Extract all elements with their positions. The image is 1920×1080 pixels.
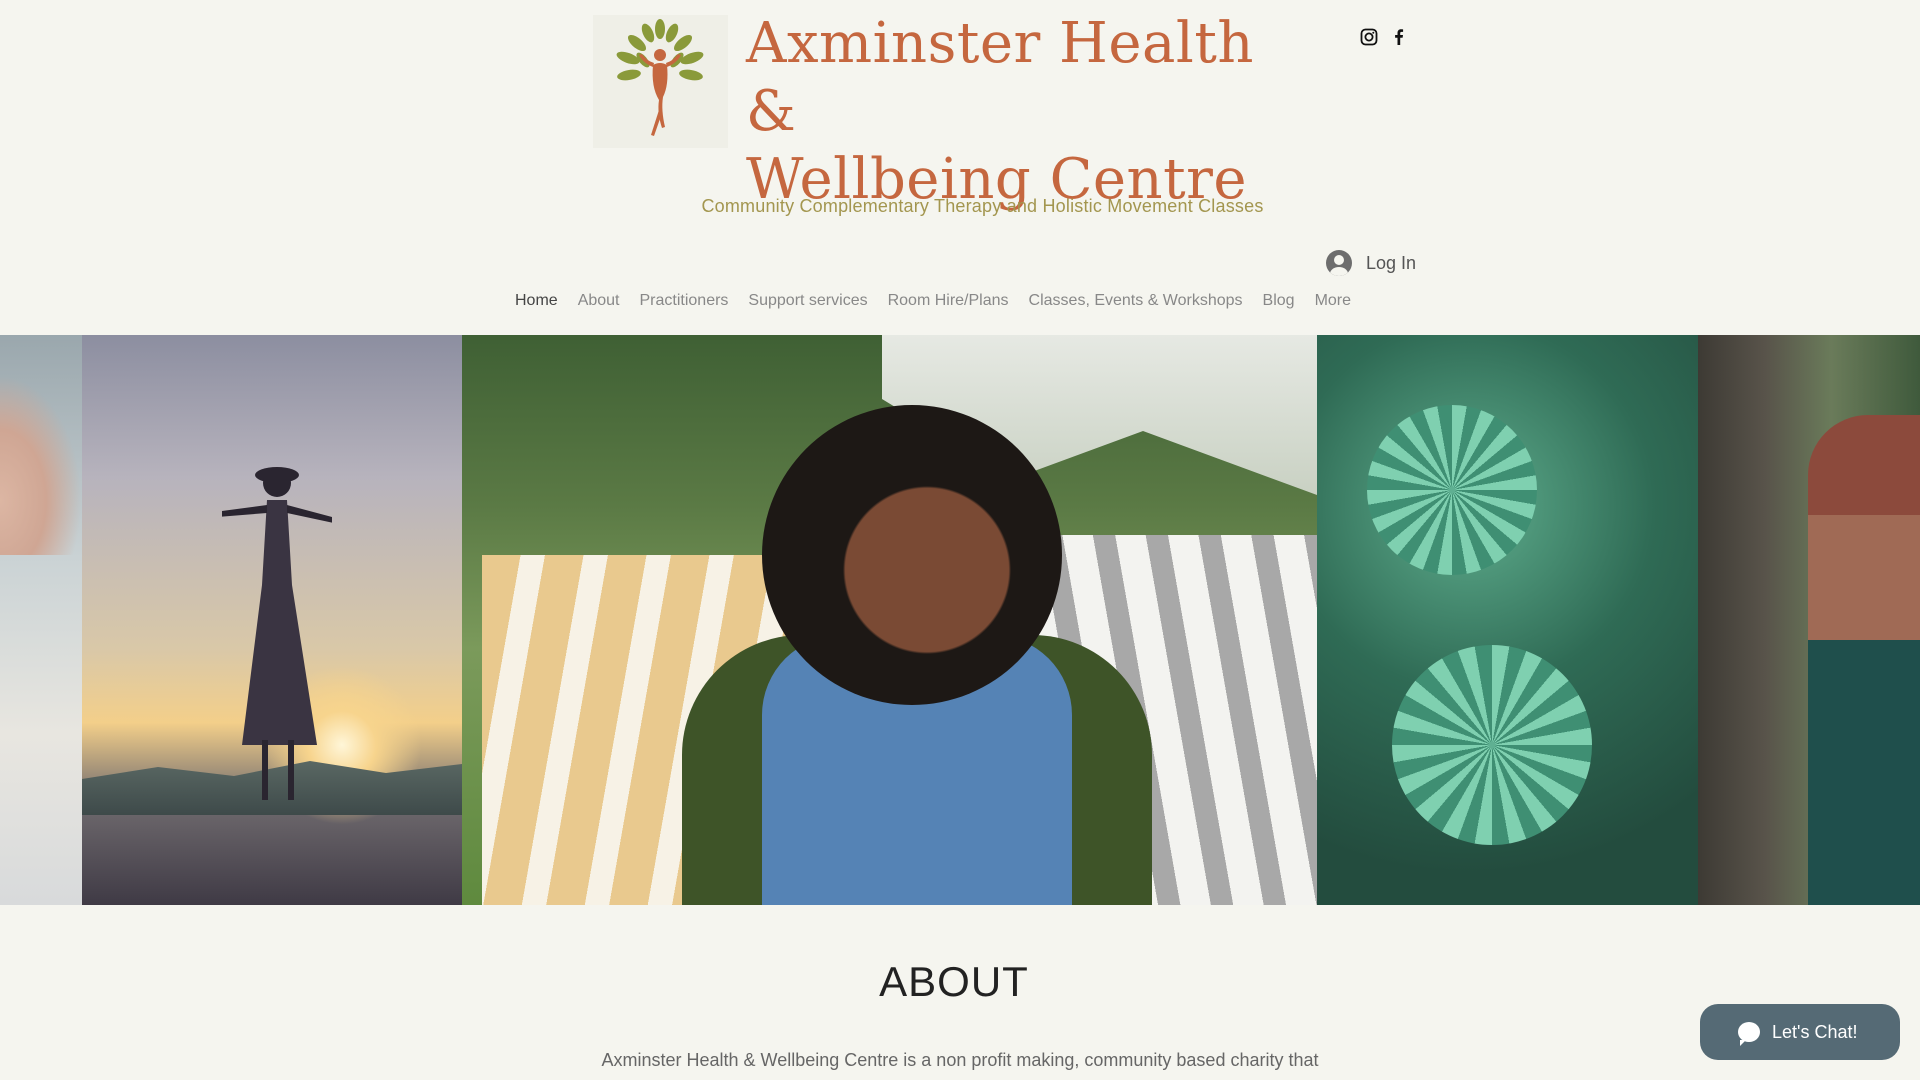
chat-label: Let's Chat!	[1772, 1021, 1858, 1042]
site-logo[interactable]	[593, 15, 728, 148]
social-links	[1360, 28, 1408, 46]
login-button[interactable]: Log In	[1326, 250, 1416, 276]
login-label: Log In	[1366, 252, 1417, 273]
nav-item-support-services[interactable]: Support services	[748, 292, 867, 310]
tagline: Community Complementary Therapy and Holi…	[701, 196, 1264, 216]
hero-image-arm	[0, 335, 82, 905]
hero-image-strip	[0, 335, 1920, 905]
chat-bubble-icon	[1738, 1022, 1760, 1046]
dancer-silhouette	[222, 467, 332, 800]
nav-item-classes-events[interactable]: Classes, Events & Workshops	[1029, 292, 1243, 310]
nav-item-home[interactable]: Home	[515, 292, 558, 310]
nav-item-more[interactable]: More	[1315, 292, 1351, 310]
user-avatar-icon	[1326, 250, 1352, 276]
main-nav: Home About Practitioners Support service…	[515, 292, 1351, 310]
site-title-line1: Axminster Health &	[746, 11, 1254, 144]
nav-item-practitioners[interactable]: Practitioners	[640, 292, 729, 310]
hero-image-succulents	[1317, 335, 1698, 905]
tree-figure-logo-icon	[616, 19, 704, 136]
hero-image-woman-blanket	[462, 335, 1317, 905]
facebook-icon[interactable]	[1390, 28, 1408, 46]
site-title[interactable]: Axminster Health & Wellbeing Centre	[746, 10, 1306, 214]
instagram-icon[interactable]	[1360, 28, 1378, 46]
nav-item-about[interactable]: About	[578, 292, 620, 310]
site-header: Axminster Health & Wellbeing Centre Comm…	[0, 0, 1920, 335]
nav-item-room-hire[interactable]: Room Hire/Plans	[888, 292, 1009, 310]
chat-button[interactable]: Let's Chat!	[1700, 1004, 1900, 1060]
about-text: Axminster Health & Wellbeing Centre is a…	[601, 1050, 1319, 1070]
about-heading: ABOUT	[879, 958, 1029, 1005]
hero-image-sunset-dancer	[82, 335, 462, 905]
nav-item-blog[interactable]: Blog	[1263, 292, 1295, 310]
hero-image-tree-person	[1698, 335, 1920, 905]
